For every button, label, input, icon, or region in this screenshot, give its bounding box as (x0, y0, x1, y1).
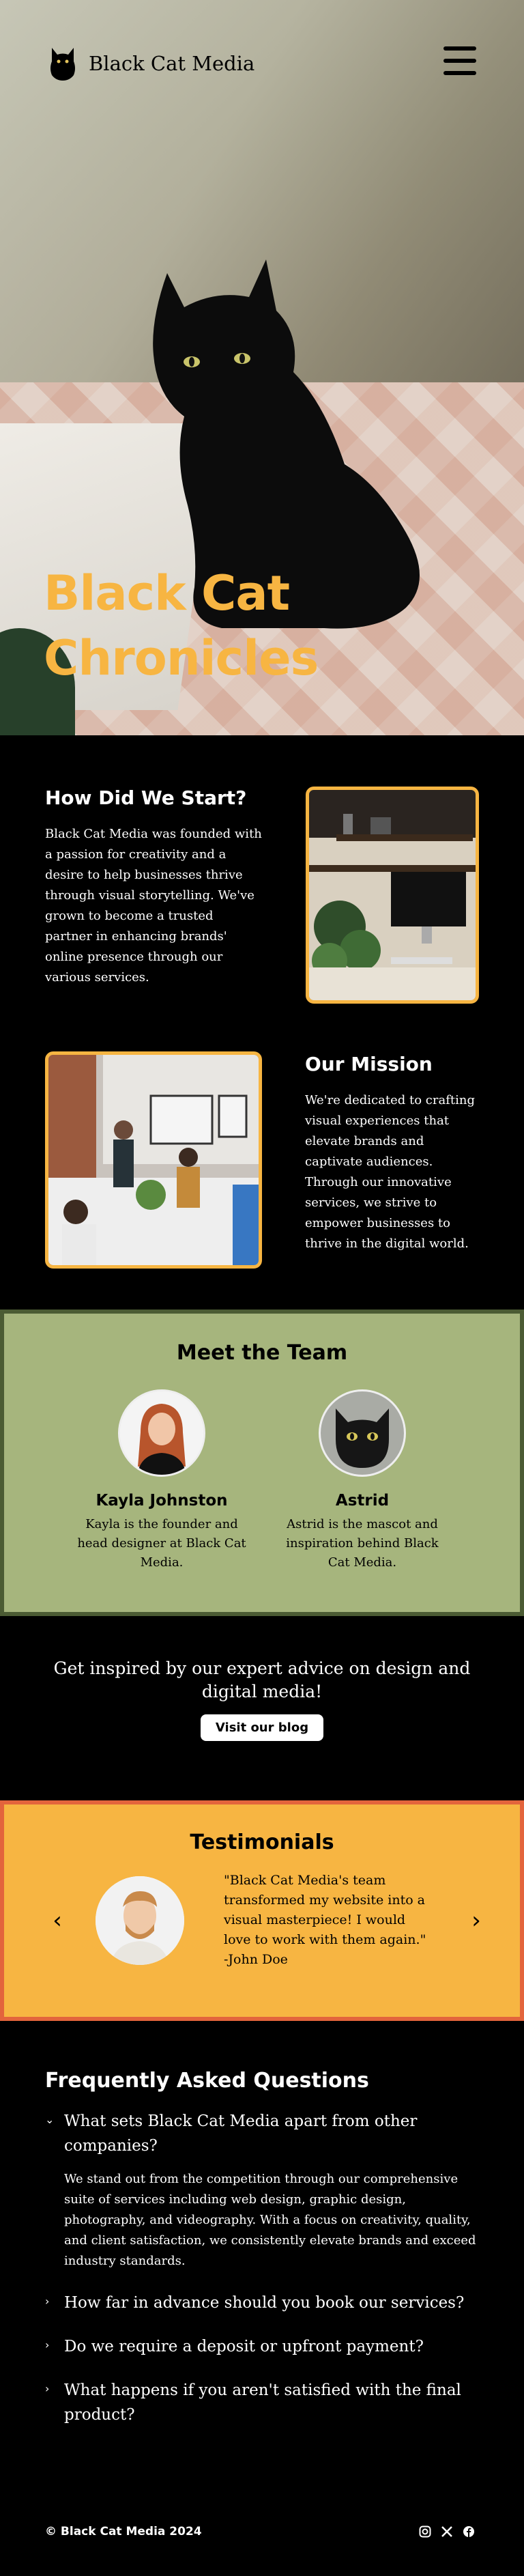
team-member-astrid: Astrid Astrid is the mascot and inspirat… (277, 1389, 448, 1572)
mission-text-block: Our Mission We're dedicated to crafting … (305, 1053, 479, 1254)
workspace-photo (306, 787, 479, 1004)
faq-item[interactable]: ⌄ What sets Black Cat Media apart from o… (45, 2109, 479, 2158)
chevron-right-icon: › (45, 2295, 50, 2308)
faq-heading: Frequently Asked Questions (45, 2069, 369, 2093)
blog-cta-text: Get inspired by our expert advice on des… (53, 1658, 471, 1701)
mission-paragraph: We're dedicated to crafting visual exper… (305, 1093, 475, 1251)
member-name: Kayla Johnston (96, 1492, 228, 1510)
social-links (418, 2524, 476, 2539)
about-mission-row: Our Mission We're dedicated to crafting … (45, 1051, 479, 1269)
chevron-left-icon[interactable]: ‹ (44, 1907, 71, 1934)
start-paragraph: Black Cat Media was founded with a passi… (45, 827, 262, 985)
chevron-right-icon[interactable]: › (463, 1907, 490, 1934)
faq-item[interactable]: › What happens if you aren't satisfied w… (45, 2378, 479, 2427)
footer: © Black Cat Media 2024 (0, 2487, 524, 2576)
avatar (118, 1389, 205, 1477)
visit-blog-button[interactable]: Visit our blog (200, 1714, 324, 1741)
copyright: © Black Cat Media 2024 (45, 2525, 202, 2538)
team-grid: Kayla Johnston Kayla is the founder and … (18, 1389, 506, 1572)
faq-question: Do we require a deposit or upfront payme… (64, 2338, 424, 2355)
brand[interactable]: Black Cat Media (49, 46, 254, 81)
hamburger-menu-icon[interactable] (443, 46, 476, 75)
x-icon[interactable] (439, 2524, 454, 2539)
office-photo (45, 1051, 262, 1269)
hero-title: Black Cat Chronicles (44, 561, 319, 690)
faq-question: What happens if you aren't satisfied wit… (64, 2381, 461, 2424)
avatar (96, 1876, 184, 1965)
hero-section: Black Cat Media Black Cat Chronicles (0, 0, 524, 735)
top-nav: Black Cat Media (0, 0, 524, 137)
start-heading: How Did We Start? (45, 787, 247, 809)
testimonials-section: Testimonials ‹ "Black Cat Media's team t… (0, 1800, 524, 2021)
testimonials-heading: Testimonials (190, 1830, 334, 1854)
start-text-block: How Did We Start? Black Cat Media was fo… (45, 787, 263, 988)
member-name: Astrid (335, 1492, 390, 1510)
facebook-icon[interactable] (461, 2524, 476, 2539)
mission-heading: Our Mission (305, 1053, 433, 1075)
faq-question: What sets Black Cat Media apart from oth… (64, 2112, 418, 2155)
team-member-kayla: Kayla Johnston Kayla is the founder and … (76, 1389, 247, 1572)
faq-section: Frequently Asked Questions ⌄ What sets B… (0, 2021, 524, 2487)
member-description: Kayla is the founder and head designer a… (77, 1517, 246, 1570)
hero-title-line2: Chronicles (44, 629, 319, 686)
faq-item[interactable]: › Do we require a deposit or upfront pay… (45, 2334, 479, 2359)
faq-answer: We stand out from the competition throug… (64, 2172, 476, 2268)
brand-name: Black Cat Media (89, 52, 255, 75)
testimonial-quote: "Black Cat Media's team transformed my w… (224, 1873, 426, 1967)
member-description: Astrid is the mascot and inspiration beh… (286, 1517, 439, 1570)
chevron-right-icon: › (45, 2338, 50, 2351)
blog-cta-section: Get inspired by our expert advice on des… (0, 1616, 524, 1800)
about-start-row: How Did We Start? Black Cat Media was fo… (45, 787, 479, 1004)
hero-title-line1: Black Cat (44, 565, 290, 621)
testimonial-carousel: ‹ "Black Cat Media's team transformed my… (31, 1871, 493, 1970)
faq-item[interactable]: › How far in advance should you book our… (45, 2291, 479, 2315)
cat-icon (50, 48, 75, 81)
team-heading: Meet the Team (176, 1341, 348, 1365)
instagram-icon[interactable] (418, 2524, 433, 2539)
faq-question: How far in advance should you book our s… (64, 2294, 465, 2312)
avatar (319, 1389, 406, 1477)
about-section: How Did We Start? Black Cat Media was fo… (0, 735, 524, 1310)
chevron-down-icon: ⌄ (45, 2113, 55, 2126)
chevron-right-icon: › (45, 2382, 50, 2395)
team-section: Meet the Team Kayla Johnston Kayla is th… (0, 1310, 524, 1616)
